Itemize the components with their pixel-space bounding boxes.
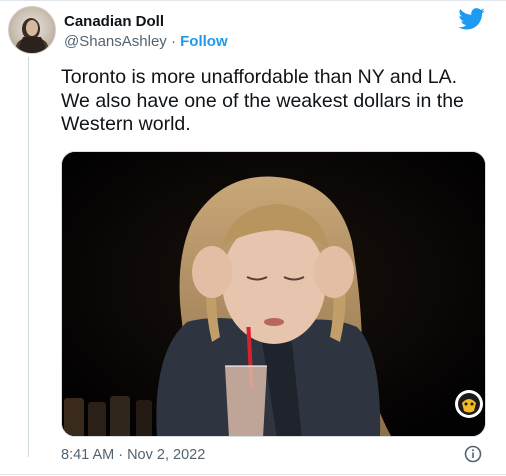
follow-button[interactable]: Follow <box>180 33 228 50</box>
tweet-media-gif[interactable] <box>61 151 486 437</box>
avatar[interactable] <box>8 6 56 54</box>
tweet-card: Canadian Doll @ShansAshley · Follow Toro… <box>0 0 506 476</box>
divider <box>0 474 506 475</box>
author-display-name[interactable]: Canadian Doll <box>64 13 164 30</box>
separator-dot: · <box>170 33 176 50</box>
twitter-bird-icon[interactable] <box>458 8 486 30</box>
tweet-text: Toronto is more unaffordable than NY and… <box>61 66 464 135</box>
author-handle[interactable]: @ShansAshley <box>64 33 167 50</box>
hot-ones-logo-icon <box>455 390 483 418</box>
info-icon[interactable] <box>464 445 482 463</box>
author-handle-line: @ShansAshley · Follow <box>64 33 228 50</box>
tweet-timestamp[interactable]: 8:41 AM · Nov 2, 2022 <box>61 447 205 463</box>
thread-line <box>28 57 29 457</box>
